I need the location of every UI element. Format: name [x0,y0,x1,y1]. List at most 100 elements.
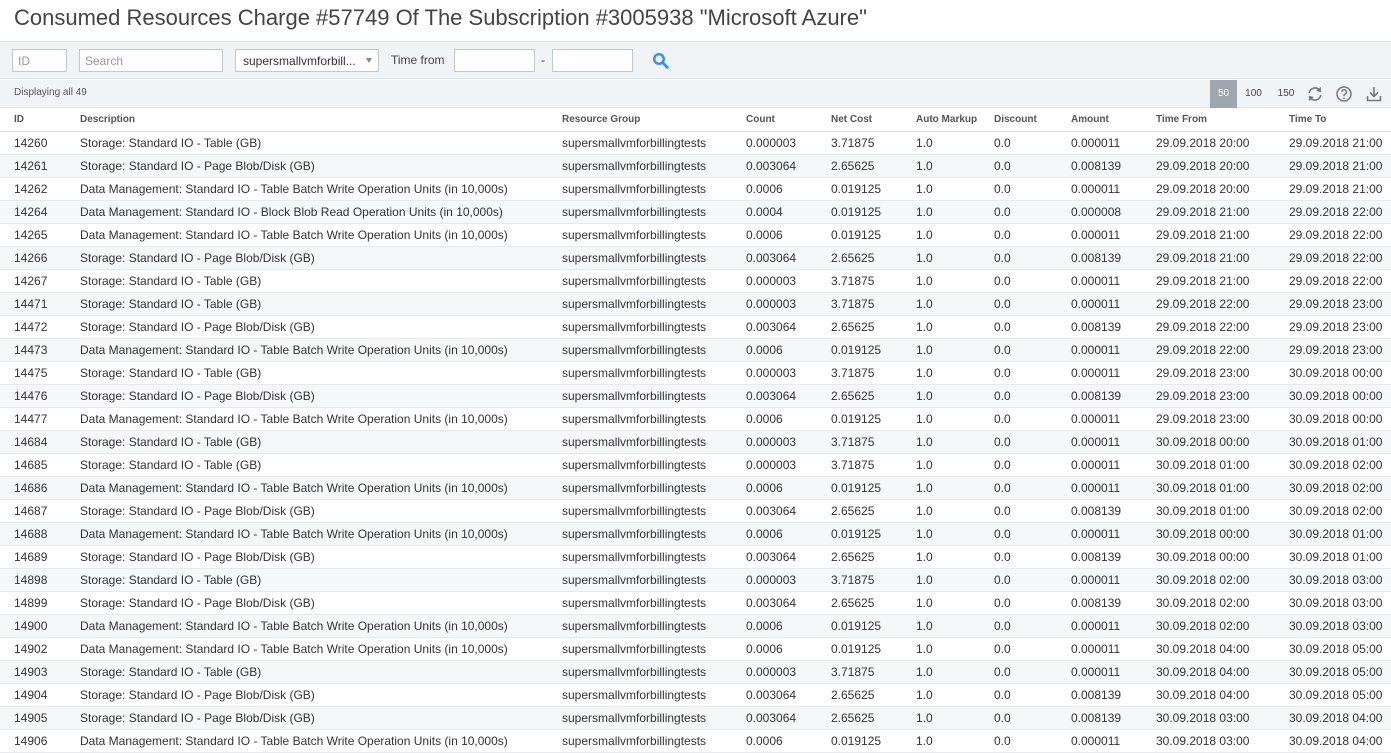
cell-resource-group: supersmallvmforbillingtests [548,315,732,339]
cell-id: 14264 [0,200,66,224]
cell-resource-group: supersmallvmforbillingtests [548,223,732,247]
cell-auto-markup: 1.0 [902,660,980,684]
table-row[interactable]: 14906 Data Management: Standard IO - Tabl… [0,729,1391,753]
cell-discount: 0.0 [980,177,1057,201]
cell-id: 14900 [0,614,66,638]
cell-description: Data Management: Standard IO - Table Bat… [66,522,548,546]
cell-auto-markup: 1.0 [902,177,980,201]
table-row[interactable]: 14264 Data Management: Standard IO - Bloc… [0,200,1391,224]
cell-amount: 0.000011 [1057,522,1142,546]
cell-id: 14899 [0,591,66,615]
cell-resource-group: supersmallvmforbillingtests [548,269,732,293]
resource-group-select[interactable]: supersmallvmforbill... [235,49,379,72]
cell-net-cost: 2.65625 [817,545,902,569]
column-header-amount[interactable]: Amount [1057,108,1142,132]
table-row[interactable]: 14898 Storage: Standard IO - Table (GB) su… [0,568,1391,592]
cell-amount: 0.000011 [1057,453,1142,477]
column-header-auto-markup[interactable]: Auto Markup [902,108,980,132]
cell-auto-markup: 1.0 [902,614,980,638]
download-icon[interactable] [1365,85,1383,103]
cell-auto-markup: 1.0 [902,315,980,339]
cell-id: 14684 [0,430,66,454]
cell-time-to: 30.09.2018 03:00 [1275,591,1391,615]
help-icon[interactable] [1335,85,1353,103]
table-row[interactable]: 14475 Storage: Standard IO - Table (GB) su… [0,361,1391,385]
cell-description: Storage: Standard IO - Table (GB) [66,660,548,684]
id-filter-input[interactable] [12,49,67,72]
column-header-time-from[interactable]: Time From [1142,108,1275,132]
cell-net-cost: 3.71875 [817,660,902,684]
page-size-150[interactable]: 150 [1270,80,1302,108]
table-row[interactable]: 14905 Storage: Standard IO - Page Blob/Di… [0,706,1391,730]
cell-resource-group: supersmallvmforbillingtests [548,407,732,431]
table-row[interactable]: 14265 Data Management: Standard IO - Tabl… [0,223,1391,247]
table-row[interactable]: 14472 Storage: Standard IO - Page Blob/Di… [0,315,1391,339]
search-input[interactable] [79,49,223,72]
cell-time-from: 30.09.2018 02:00 [1142,614,1275,638]
column-header-resource-group[interactable]: Resource Group [548,108,732,132]
table-row[interactable]: 14686 Data Management: Standard IO - Tabl… [0,476,1391,500]
table-row[interactable]: 14689 Storage: Standard IO - Page Blob/Di… [0,545,1391,569]
time-to-input[interactable] [552,49,633,72]
cell-count: 0.0006 [732,177,817,201]
cell-description: Storage: Standard IO - Page Blob/Disk (G… [66,246,548,270]
cell-time-from: 29.09.2018 22:00 [1142,292,1275,316]
table-row[interactable]: 14476 Storage: Standard IO - Page Blob/Di… [0,384,1391,408]
cell-amount: 0.000008 [1057,200,1142,224]
cell-time-from: 29.09.2018 21:00 [1142,269,1275,293]
table-row[interactable]: 14260 Storage: Standard IO - Table (GB) su… [0,131,1391,155]
cell-time-from: 30.09.2018 00:00 [1142,522,1275,546]
table-row[interactable]: 14899 Storage: Standard IO - Page Blob/Di… [0,591,1391,615]
cell-discount: 0.0 [980,407,1057,431]
table-row[interactable]: 14266 Storage: Standard IO - Page Blob/Di… [0,246,1391,270]
table-row[interactable]: 14904 Storage: Standard IO - Page Blob/Di… [0,683,1391,707]
column-header-description[interactable]: Description [66,108,548,132]
table-row[interactable]: 14685 Storage: Standard IO - Table (GB) su… [0,453,1391,477]
cell-discount: 0.0 [980,591,1057,615]
cell-time-from: 29.09.2018 20:00 [1142,154,1275,178]
list-toolbar: Displaying all 49 50 100 150 [0,80,1391,108]
table-row[interactable]: 14688 Data Management: Standard IO - Tabl… [0,522,1391,546]
search-icon[interactable] [652,52,670,70]
table-row[interactable]: 14267 Storage: Standard IO - Table (GB) su… [0,269,1391,293]
cell-time-from: 30.09.2018 01:00 [1142,476,1275,500]
cell-amount: 0.008139 [1057,384,1142,408]
column-header-discount[interactable]: Discount [980,108,1057,132]
table-row[interactable]: 14473 Data Management: Standard IO - Tabl… [0,338,1391,362]
cell-count: 0.000003 [732,269,817,293]
cell-resource-group: supersmallvmforbillingtests [548,660,732,684]
page-size-50[interactable]: 50 [1210,80,1237,108]
cell-id: 14905 [0,706,66,730]
cell-amount: 0.000011 [1057,660,1142,684]
cell-resource-group: supersmallvmforbillingtests [548,430,732,454]
cell-id: 14476 [0,384,66,408]
column-header-net-cost[interactable]: Net Cost [817,108,902,132]
table-row[interactable]: 14471 Storage: Standard IO - Table (GB) su… [0,292,1391,316]
column-header-id[interactable]: ID [0,108,66,132]
column-header-time-to[interactable]: Time To [1275,108,1391,132]
cell-id: 14903 [0,660,66,684]
cell-amount: 0.000011 [1057,292,1142,316]
table-row[interactable]: 14903 Storage: Standard IO - Table (GB) su… [0,660,1391,684]
cell-count: 0.003064 [732,246,817,270]
column-header-count[interactable]: Count [732,108,817,132]
table-row[interactable]: 14684 Storage: Standard IO - Table (GB) su… [0,430,1391,454]
cell-id: 14904 [0,683,66,707]
cell-description: Data Management: Standard IO - Table Bat… [66,338,548,362]
cell-discount: 0.0 [980,614,1057,638]
table-row[interactable]: 14687 Storage: Standard IO - Page Blob/Di… [0,499,1391,523]
cell-discount: 0.0 [980,568,1057,592]
table-row[interactable]: 14477 Data Management: Standard IO - Tabl… [0,407,1391,431]
cell-net-cost: 2.65625 [817,499,902,523]
table-row[interactable]: 14900 Data Management: Standard IO - Tabl… [0,614,1391,638]
cell-net-cost: 0.019125 [817,522,902,546]
table-row[interactable]: 14261 Storage: Standard IO - Page Blob/Di… [0,154,1391,178]
table-row[interactable]: 14902 Data Management: Standard IO - Tabl… [0,637,1391,661]
cell-net-cost: 2.65625 [817,591,902,615]
cell-resource-group: supersmallvmforbillingtests [548,568,732,592]
refresh-icon[interactable] [1306,85,1324,103]
page-size-100[interactable]: 100 [1239,80,1268,108]
table-row[interactable]: 14262 Data Management: Standard IO - Tabl… [0,177,1391,201]
time-from-input[interactable] [454,49,535,72]
cell-discount: 0.0 [980,430,1057,454]
